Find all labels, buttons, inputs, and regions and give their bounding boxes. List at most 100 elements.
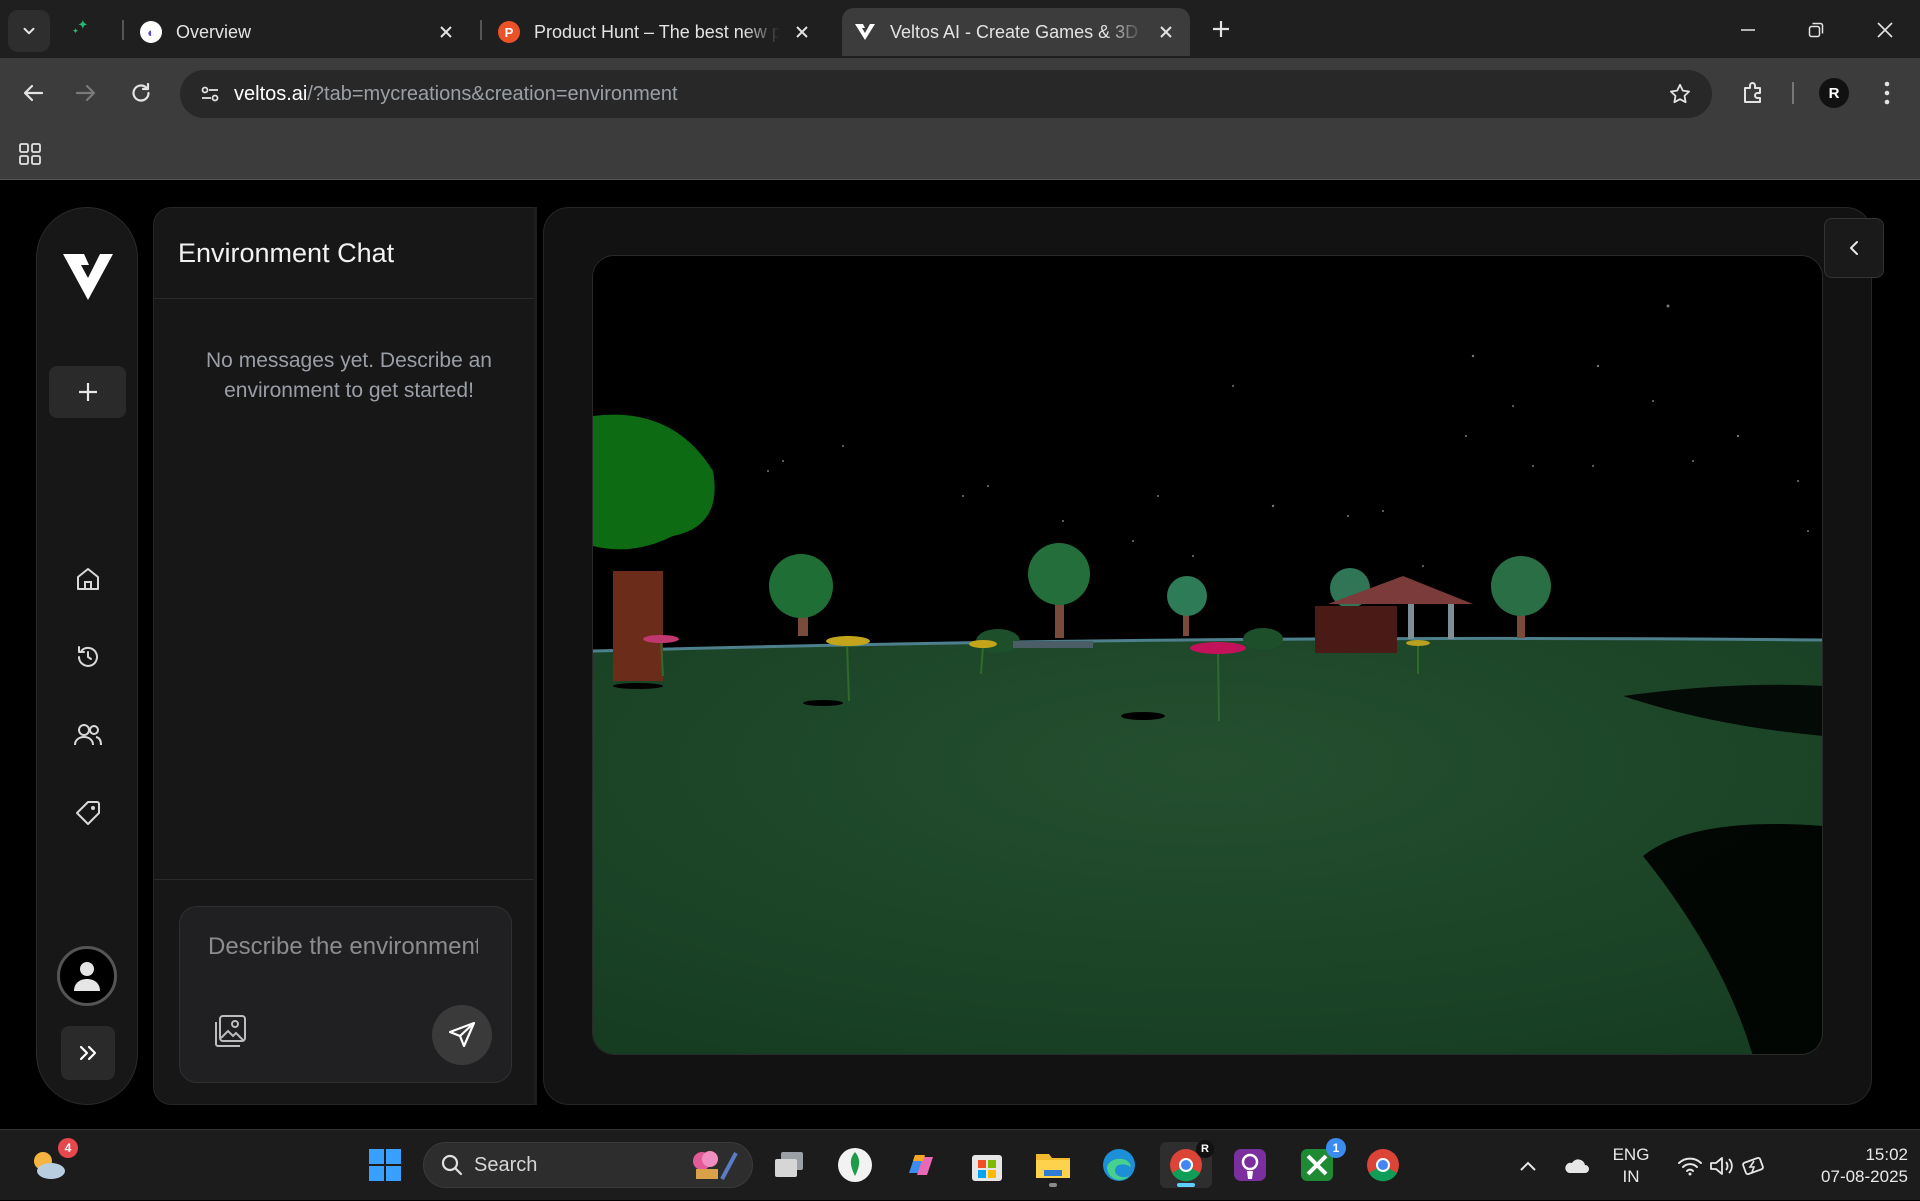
plus-icon <box>1213 21 1229 37</box>
user-avatar[interactable] <box>57 946 117 1006</box>
image-gallery-icon <box>215 1015 246 1047</box>
collapse-panel-button[interactable] <box>1824 218 1884 278</box>
bookmark-star-icon[interactable] <box>1666 80 1694 108</box>
chrome-profile-badge: R <box>1196 1140 1214 1158</box>
tab-separator <box>122 20 124 40</box>
url-text: veltos.ai/?tab=mycreations&creation=envi… <box>234 83 678 106</box>
history-icon <box>78 646 98 667</box>
expand-sidebar-button[interactable] <box>61 1026 115 1080</box>
language-indicator[interactable]: ENG IN <box>1604 1130 1658 1201</box>
close-window-button[interactable] <box>1865 10 1905 50</box>
overview-favicon-icon: ◐ <box>140 21 162 43</box>
chrome-profile-app[interactable] <box>1360 1142 1406 1188</box>
region-code: IN <box>1622 1166 1640 1186</box>
mongodb-leaf-icon <box>838 1148 872 1182</box>
mongodb-app[interactable] <box>832 1142 878 1188</box>
copilot-app[interactable] <box>898 1142 944 1188</box>
edge-browser-app[interactable] <box>1096 1142 1142 1188</box>
weather-badge: 4 <box>58 1138 78 1158</box>
veltos-logo[interactable] <box>61 252 115 302</box>
apps-grid-button[interactable] <box>14 138 46 170</box>
close-icon[interactable] <box>434 20 458 44</box>
arrow-right-icon <box>75 84 96 102</box>
chrome-icon <box>1367 1149 1399 1182</box>
environment-scene <box>593 256 1822 1054</box>
tab-title: Overview <box>176 21 252 42</box>
browser-menu-button[interactable] <box>1868 74 1906 112</box>
users-icon <box>74 724 102 746</box>
chrome-app[interactable]: R <box>1160 1140 1214 1188</box>
clock-time: 15:02 <box>1865 1144 1908 1164</box>
chat-empty-message: No messages yet. Describe an environment… <box>206 349 492 402</box>
forward-button[interactable] <box>67 74 105 112</box>
chevrons-right-icon <box>79 1045 97 1061</box>
back-button[interactable] <box>14 74 52 112</box>
address-bar[interactable]: veltos.ai/?tab=mycreations&creation=envi… <box>180 70 1712 118</box>
tab-product-hunt[interactable]: P Product Hunt – The best new products i… <box>486 8 826 56</box>
plus-icon <box>78 383 97 401</box>
close-icon <box>1877 22 1893 38</box>
apps-grid-icon <box>19 143 41 165</box>
volume-icon <box>1710 1156 1733 1175</box>
restore-button[interactable] <box>1796 10 1836 50</box>
gemini-sparkle-icon[interactable] <box>70 17 92 39</box>
file-explorer-app[interactable] <box>1030 1142 1076 1188</box>
minimize-button[interactable] <box>1728 10 1768 50</box>
sidebar-item-community[interactable] <box>63 710 113 760</box>
chevron-up-icon <box>1520 1161 1536 1171</box>
show-hidden-icons-button[interactable] <box>1512 1130 1544 1201</box>
tab-title: Veltos AI - Create Games & 3D Worlds <box>890 21 1144 42</box>
sidebar-rail <box>36 207 138 1105</box>
chevron-down-icon <box>23 27 35 35</box>
environment-prompt-input[interactable] <box>208 927 478 967</box>
attach-image-button[interactable] <box>210 1011 250 1051</box>
cloud-icon <box>1565 1158 1589 1173</box>
weather-widget[interactable]: 4 <box>26 1138 78 1188</box>
send-button[interactable] <box>432 1005 492 1065</box>
browser-toolbar: veltos.ai/?tab=mycreations&creation=envi… <box>0 58 1920 128</box>
close-icon[interactable] <box>790 20 814 44</box>
close-icon[interactable] <box>1154 20 1178 44</box>
panel-resize-edge[interactable] <box>534 207 537 1105</box>
taskbar-search[interactable]: Search <box>423 1142 753 1188</box>
microsoft-store-app[interactable] <box>964 1142 1010 1188</box>
tab-veltos[interactable]: Veltos AI - Create Games & 3D Worlds <box>842 8 1190 56</box>
new-creation-button[interactable] <box>49 366 126 418</box>
onedrive-tray[interactable] <box>1558 1130 1594 1201</box>
chat-title: Environment Chat <box>178 238 395 268</box>
send-icon <box>448 1021 476 1048</box>
podcast-app[interactable] <box>1227 1142 1273 1188</box>
3d-environment-viewport[interactable] <box>592 255 1823 1055</box>
reload-icon <box>132 82 150 102</box>
environment-chat-panel: Environment Chat No messages yet. Descri… <box>153 207 536 1105</box>
extensions-button[interactable] <box>1735 74 1773 112</box>
tab-overview[interactable]: ◐ Overview <box>128 8 470 56</box>
battery-charging-icon <box>1742 1156 1764 1175</box>
task-view-button[interactable] <box>766 1142 812 1188</box>
clock-date: 07-08-2025 <box>1821 1166 1908 1186</box>
tab-separator <box>480 20 482 40</box>
bookmarks-bar <box>0 128 1920 180</box>
sidebar-item-pricing[interactable] <box>63 788 113 838</box>
sidebar-item-history[interactable] <box>63 632 113 682</box>
search-icon <box>441 1154 463 1176</box>
copilot-icon <box>909 1155 933 1175</box>
search-highlight-icon <box>693 1151 738 1180</box>
sidebar-item-home[interactable] <box>63 554 113 604</box>
tab-search-button[interactable] <box>8 10 50 52</box>
running-indicator <box>1049 1183 1057 1187</box>
quick-settings[interactable] <box>1672 1130 1772 1201</box>
profile-avatar[interactable]: R <box>1819 78 1849 108</box>
start-button[interactable] <box>362 1142 408 1188</box>
site-info-icon[interactable] <box>186 70 234 118</box>
reload-button[interactable] <box>122 74 160 112</box>
divider <box>154 298 535 299</box>
new-tab-button[interactable] <box>1206 14 1236 44</box>
veltos-favicon-icon <box>854 21 876 43</box>
restore-icon <box>1808 22 1824 38</box>
kebab-menu-icon <box>1884 81 1890 105</box>
tag-icon <box>76 801 100 825</box>
store-bag-icon <box>972 1155 1002 1181</box>
xbox-app[interactable]: 1 <box>1294 1138 1346 1188</box>
clock[interactable]: 15:02 07-08-2025 <box>1788 1130 1908 1201</box>
